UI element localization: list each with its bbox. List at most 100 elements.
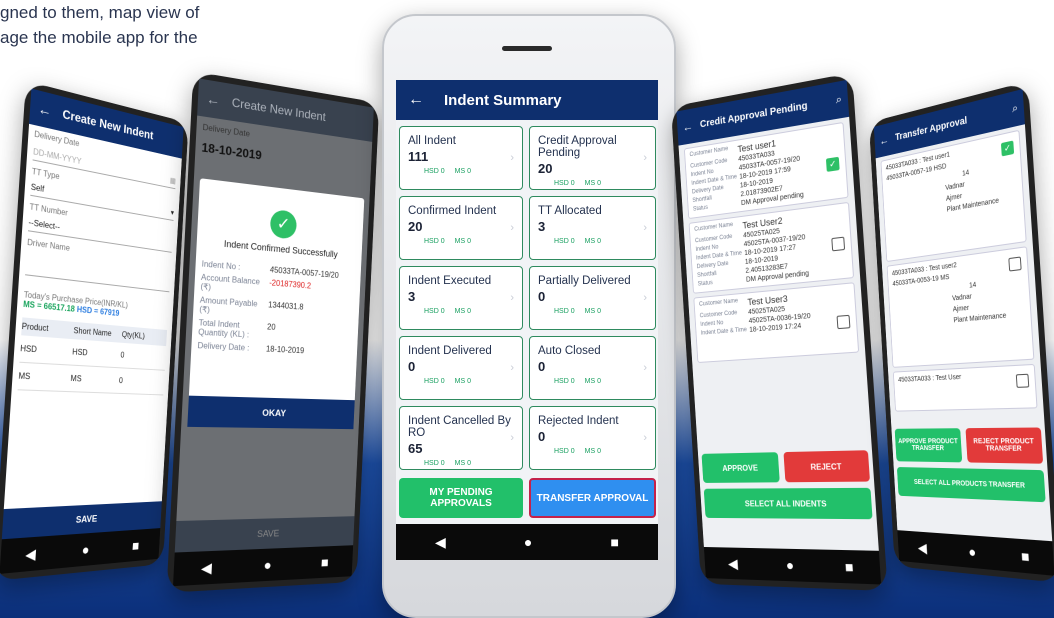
approve-button[interactable]: APPROVE	[701, 452, 780, 483]
home-nav-icon[interactable]: ●	[524, 534, 532, 550]
back-arrow-icon[interactable]: ←	[408, 91, 424, 109]
ms-count: MS 0	[584, 448, 601, 455]
tile-breakdown: HSD 0 MS 0	[408, 378, 514, 385]
select-checkbox[interactable]	[1008, 256, 1022, 272]
home-nav-icon[interactable]: ●	[81, 541, 90, 558]
delivery-date-placeholder: DD-MM-YYYY	[32, 146, 82, 167]
hsd-count: HSD 0	[554, 180, 575, 187]
qty-input[interactable]: 0	[120, 351, 165, 363]
summary-tile[interactable]: Indent Executed 3 HSD 0 MS 0 ›	[399, 266, 523, 330]
phone-transfer-approval: ← Transfer Approval ⌕ 45033TA033 : Test …	[868, 81, 1054, 583]
card-field-value: Plant Maintenance	[953, 312, 1007, 325]
summary-tile[interactable]: All Indent 111 HSD 0 MS 0 ›	[399, 126, 523, 190]
select-checkbox[interactable]	[836, 314, 851, 329]
back-arrow-icon[interactable]: ←	[682, 119, 693, 134]
tile-count: 0	[538, 289, 546, 304]
hsd-count: HSD 0	[554, 448, 575, 455]
row-short-name: MS	[70, 373, 82, 384]
tile-count: 3	[538, 219, 546, 234]
back-nav-icon[interactable]: ◀	[917, 539, 927, 556]
select-all-products-transfer-button[interactable]: SELECT ALL PRODUCTS TRANSFER	[896, 467, 1046, 503]
back-nav-icon[interactable]: ◀	[201, 559, 213, 577]
page-title: Create New Indent	[231, 95, 326, 125]
my-pending-approvals-button[interactable]: MY PENDING APPROVALS	[399, 478, 523, 518]
summary-tile[interactable]: Indent Cancelled By RO 65 HSD 0 MS 0 ›	[399, 406, 523, 470]
summary-tile[interactable]: Credit Approval Pending 20 HSD 0 MS 0 ›	[529, 126, 656, 190]
summary-tile[interactable]: Partially Delivered 0 HSD 0 MS 0 ›	[529, 266, 656, 330]
chevron-right-icon: ›	[643, 292, 647, 304]
ms-count: MS 0	[584, 378, 601, 385]
tt-number-value: --Select--	[28, 217, 61, 232]
tile-breakdown: HSD 0 MS 0	[538, 448, 647, 455]
hsd-count: HSD 0	[424, 308, 445, 315]
card-field-value: 14	[962, 169, 970, 178]
back-arrow-icon[interactable]: ←	[37, 100, 51, 120]
back-arrow-icon[interactable]: ←	[879, 133, 889, 148]
ms-count: MS 0	[454, 238, 471, 245]
home-nav-icon[interactable]: ●	[263, 557, 272, 574]
field-value: -20187390.2	[269, 278, 312, 291]
tile-count: 0	[538, 359, 546, 374]
home-nav-icon[interactable]: ●	[786, 557, 795, 573]
summary-tile[interactable]: Indent Delivered 0 HSD 0 MS 0 ›	[399, 336, 523, 400]
tile-count: 65	[408, 441, 423, 456]
ms-count: MS 0	[454, 378, 471, 385]
back-nav-icon[interactable]: ◀	[435, 534, 446, 551]
caption-text: gned to them, map view of age the mobile…	[0, 0, 199, 50]
back-nav-icon[interactable]: ◀	[728, 555, 739, 572]
card-field-value: 45033TA033 : Test User	[898, 373, 962, 384]
recent-nav-icon[interactable]: ■	[610, 534, 618, 550]
recent-nav-icon[interactable]: ■	[1021, 547, 1030, 565]
ms-count: MS 0	[454, 460, 471, 467]
success-dialog: ✓ Indent Confirmed Successfully Indent N…	[187, 178, 365, 430]
recent-nav-icon[interactable]: ■	[321, 554, 329, 570]
search-icon[interactable]: ⌕	[835, 93, 842, 107]
approve-product-transfer-button[interactable]: APPROVE PRODUCT TRANSFER	[894, 428, 963, 463]
select-all-indents-button[interactable]: SELECT ALL INDENTS	[703, 487, 873, 520]
okay-button[interactable]: OKAY	[187, 395, 355, 430]
recent-nav-icon[interactable]: ■	[132, 537, 140, 553]
android-nav-bar: ◀ ● ■	[396, 524, 658, 560]
caption-line-2: age the mobile app for the	[0, 28, 198, 47]
qty-input[interactable]: 0	[119, 376, 165, 387]
app-bar: ← Indent Summary	[396, 80, 658, 120]
chevron-right-icon: ›	[510, 362, 514, 374]
summary-tile[interactable]: Confirmed Indent 20 HSD 0 MS 0 ›	[399, 196, 523, 260]
card-field-value: 18-10-2019 17:24	[749, 322, 802, 334]
transfer-approval-button[interactable]: TRANSFER APPROVAL	[529, 478, 656, 518]
search-icon[interactable]: ⌕	[1012, 101, 1019, 116]
tile-title: Partially Delivered	[538, 275, 631, 287]
product-table: Product Short Name Qty(KL) HSD HSD 0 MS …	[17, 317, 168, 396]
back-nav-icon[interactable]: ◀	[25, 545, 37, 564]
tile-breakdown: HSD 0 MS 0	[408, 168, 514, 175]
home-nav-icon[interactable]: ●	[968, 543, 977, 560]
speaker-grille	[502, 46, 552, 51]
tile-title: Confirmed Indent	[408, 205, 497, 217]
select-checkbox[interactable]	[1015, 373, 1030, 388]
reject-product-transfer-button[interactable]: REJECT PRODUCT TRANSFER	[965, 427, 1044, 464]
hsd-count: HSD 0	[424, 238, 445, 245]
tile-title: Indent Delivered	[408, 345, 492, 357]
select-checkbox[interactable]: ✓	[1000, 140, 1015, 157]
tile-breakdown: HSD 0 MS 0	[538, 238, 647, 245]
calendar-icon[interactable]: ▦	[170, 176, 176, 186]
indent-card[interactable]: Customer Name Test User3 Customer Code 4502…	[693, 282, 860, 364]
recent-nav-icon[interactable]: ■	[844, 558, 854, 575]
back-arrow-icon[interactable]: ←	[206, 90, 221, 109]
select-checkbox[interactable]	[831, 237, 846, 252]
tile-title: TT Allocated	[538, 205, 602, 217]
reject-button[interactable]: REJECT	[783, 450, 871, 483]
transfer-card[interactable]: 45033TA033 : Test user2 45033TA-0053-19 M…	[886, 246, 1035, 368]
chevron-right-icon: ›	[643, 222, 647, 234]
summary-tile[interactable]: Auto Closed 0 HSD 0 MS 0 ›	[529, 336, 656, 400]
android-nav-bar: ◀ ● ■	[897, 530, 1054, 576]
summary-tile[interactable]: Rejected Indent 0 HSD 0 MS 0 ›	[529, 406, 656, 470]
tile-count: 3	[408, 289, 416, 304]
transfer-card[interactable]: 45033TA033 : Test User	[892, 363, 1038, 412]
phone-create-indent-form: ← Create New Indent Delivery Date DD-MM-…	[0, 80, 189, 582]
select-checkbox[interactable]: ✓	[825, 157, 840, 173]
summary-tile[interactable]: TT Allocated 3 HSD 0 MS 0 ›	[529, 196, 656, 260]
card-field-value: Vadnar	[951, 293, 972, 303]
hsd-count: HSD 0	[424, 378, 445, 385]
ms-count: MS 0	[454, 168, 471, 175]
